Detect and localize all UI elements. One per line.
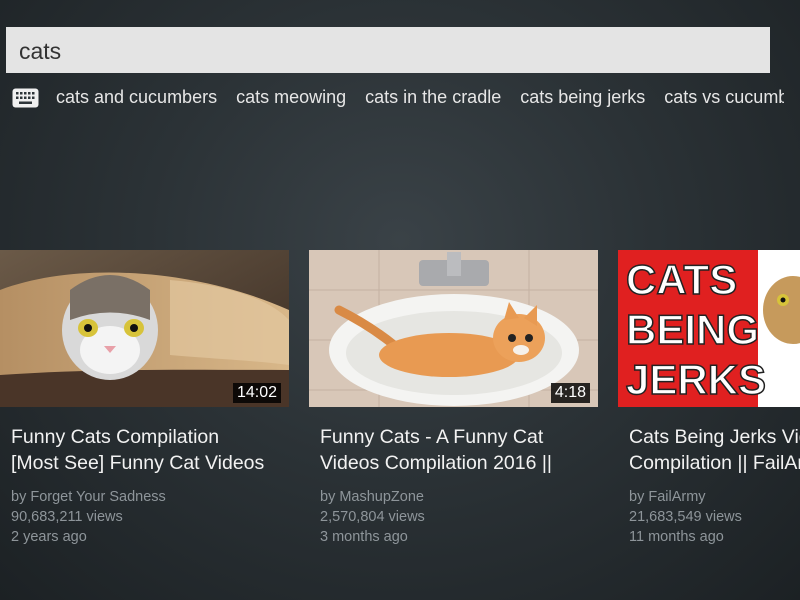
- video-duration: 14:02: [232, 383, 281, 403]
- video-thumbnail[interactable]: CATS BEING JERKS: [618, 250, 800, 407]
- video-channel: by MashupZone: [320, 489, 424, 505]
- suggestion-cats-meowing[interactable]: cats meowing: [236, 87, 346, 108]
- video-views: 90,683,211 views: [11, 509, 123, 525]
- cats-being-jerks-thumbnail-image: CATS BEING JERKS: [618, 250, 800, 407]
- video-card[interactable]: 14:02 Funny Cats Compilation [Most See] …: [0, 250, 289, 570]
- thumb-text-being: BEING: [626, 306, 759, 353]
- video-title[interactable]: Funny Cats Compilation [Most See] Funny …: [0, 424, 311, 476]
- video-card[interactable]: 4:18 Funny Cats - A Funny Cat Videos Com…: [309, 250, 598, 570]
- suggestion-row: cats and cucumbers cats meowing cats in th…: [12, 83, 784, 113]
- video-thumbnail[interactable]: 14:02: [0, 250, 289, 407]
- video-views: 21,683,549 views: [629, 509, 742, 525]
- thumb-text-cats: CATS: [626, 256, 737, 303]
- video-channel: by Forget Your Sadness: [11, 489, 166, 505]
- video-views: 2,570,804 views: [320, 509, 425, 525]
- suggestion-cats-vs-cucumbers[interactable]: cats vs cucumbers: [664, 87, 784, 108]
- video-title[interactable]: Cats Being Jerks Video Compilation || Fa…: [618, 424, 800, 476]
- search-box[interactable]: cats: [6, 27, 770, 73]
- video-age: 2 years ago: [11, 529, 87, 545]
- video-title[interactable]: Funny Cats - A Funny Cat Videos Compilat…: [309, 424, 620, 476]
- video-age: 11 months ago: [629, 529, 724, 545]
- keyboard-icon[interactable]: [12, 88, 39, 108]
- video-thumbnail[interactable]: 4:18: [309, 250, 598, 407]
- suggestion-cats-in-the-cradle[interactable]: cats in the cradle: [365, 87, 501, 108]
- suggestion-cats-being-jerks[interactable]: cats being jerks: [520, 87, 645, 108]
- video-duration: 4:18: [550, 383, 590, 403]
- suggestion-cats-and-cucumbers[interactable]: cats and cucumbers: [56, 87, 217, 108]
- search-query[interactable]: cats: [19, 38, 61, 65]
- video-card[interactable]: CATS BEING JERKS Cats Being Jerks Video …: [618, 250, 800, 570]
- thumb-text-jerks: JERKS: [626, 356, 766, 403]
- video-channel: by FailArmy: [629, 489, 706, 505]
- video-age: 3 months ago: [320, 529, 408, 545]
